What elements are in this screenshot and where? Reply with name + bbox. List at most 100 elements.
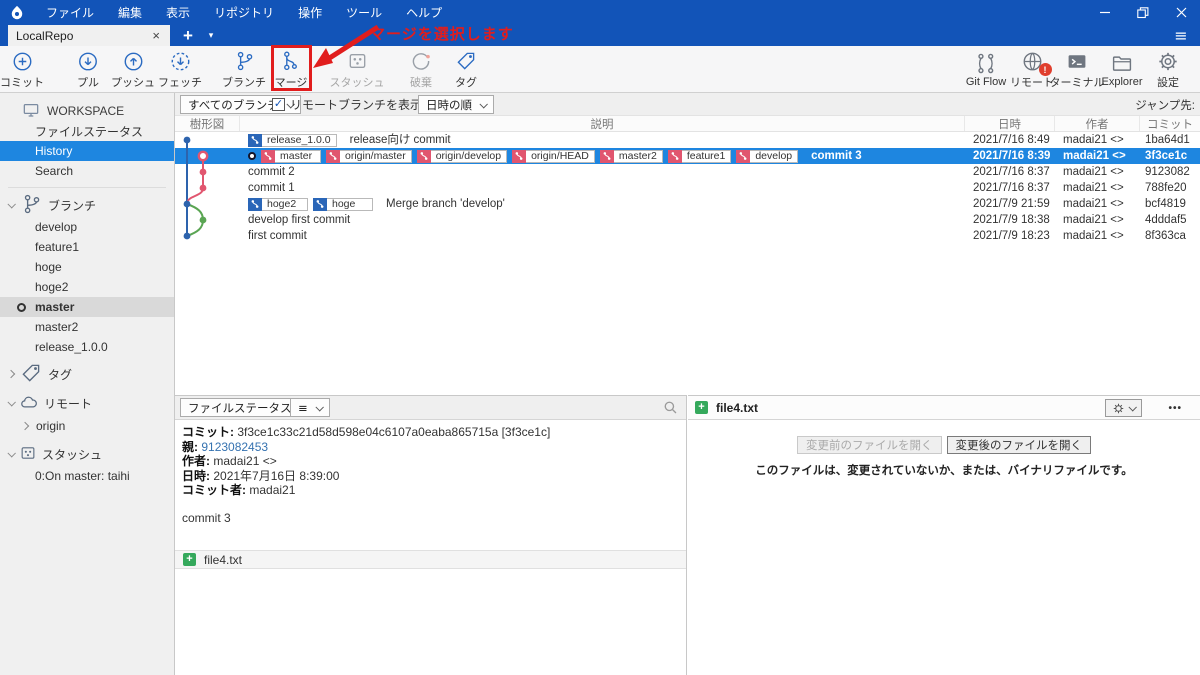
sidebar-item-search[interactable]: Search bbox=[0, 161, 174, 181]
toolbar-button-fetch[interactable]: フェッチ bbox=[153, 47, 207, 92]
column-commit[interactable]: コミット bbox=[1140, 116, 1200, 131]
minimize-button[interactable] bbox=[1086, 0, 1124, 25]
title-bar: ファイル 編集 表示 リポジトリ 操作 ツール ヘルプ bbox=[0, 0, 1200, 25]
branch-badge[interactable]: develop bbox=[736, 149, 799, 163]
toolbar-label: 破棄 bbox=[410, 77, 432, 89]
toolbar-label: プル bbox=[77, 77, 99, 89]
menu-5[interactable]: 操作 bbox=[288, 1, 332, 24]
menu-4[interactable]: リポジトリ bbox=[204, 1, 284, 24]
sidebar-item-label: release_1.0.0 bbox=[35, 340, 108, 354]
close-button[interactable] bbox=[1162, 0, 1200, 25]
chevron-down-icon[interactable] bbox=[7, 200, 16, 209]
tab-close-icon[interactable]: × bbox=[150, 28, 162, 43]
toolbar-button-pull[interactable]: プル bbox=[72, 47, 105, 92]
restore-button[interactable] bbox=[1124, 0, 1162, 25]
toolbar-button-branch[interactable]: ブランチ bbox=[217, 47, 271, 92]
info-value[interactable]: 9123082453 bbox=[201, 440, 268, 454]
sidebar-item--[interactable]: ファイルステータス bbox=[0, 121, 174, 141]
branch-badge[interactable]: origin/master bbox=[326, 149, 412, 163]
branch-badge-label: hoge bbox=[327, 197, 373, 211]
sidebar-item-develop[interactable]: develop bbox=[0, 217, 174, 237]
sidebar-item--[interactable]: スタッシュ bbox=[0, 442, 174, 466]
new-tab-button[interactable]: + bbox=[176, 25, 200, 46]
toolbar-button-stash: スタッシュ bbox=[325, 47, 390, 92]
file-status-sort-label: ファイルステータス順 bbox=[188, 402, 303, 415]
column-date[interactable]: 日時 bbox=[965, 116, 1055, 131]
history-row[interactable]: master origin/master origin/develop origin/… bbox=[175, 148, 1200, 164]
history-row[interactable]: commit 1 2021/7/16 8:37 madai21 <> 788fe20 bbox=[175, 180, 1200, 196]
sidebar-item-history[interactable]: History bbox=[0, 141, 174, 161]
menu-6[interactable]: ツール bbox=[336, 1, 392, 24]
gitflow-icon bbox=[974, 51, 998, 75]
repo-tab[interactable]: LocalRepo × bbox=[8, 25, 170, 46]
remote-branch-checkbox-wrap[interactable]: ✓ リモートブランチを表示 bbox=[272, 96, 422, 113]
sidebar-item-label: 0:On master: taihi bbox=[35, 469, 130, 483]
sidebar-item-hoge2[interactable]: hoge2 bbox=[0, 277, 174, 297]
chevron-right-icon[interactable] bbox=[20, 421, 30, 431]
cloud-icon bbox=[20, 395, 38, 412]
sidebar-item-0-on-master-taihi[interactable]: 0:On master: taihi bbox=[0, 466, 174, 486]
column-description[interactable]: 説明 bbox=[240, 116, 965, 131]
history-row[interactable]: commit 2 2021/7/16 8:37 madai21 <> 9123082 bbox=[175, 164, 1200, 180]
open-after-file-button[interactable]: 変更後のファイルを開く bbox=[946, 436, 1091, 454]
remote-branch-checkbox-label: リモートブランチを表示 bbox=[290, 98, 423, 112]
sidebar-item-release-1-0-0[interactable]: release_1.0.0 bbox=[0, 337, 174, 357]
sidebar-item--[interactable]: タグ bbox=[0, 362, 174, 386]
toolbar-button-commit[interactable]: コミット bbox=[0, 47, 49, 92]
chevron-down-icon[interactable] bbox=[7, 398, 16, 407]
menu-2[interactable]: 編集 bbox=[108, 1, 152, 24]
branch-badge[interactable]: master2 bbox=[599, 149, 663, 163]
toolbar-label: プッシュ bbox=[111, 77, 155, 89]
sidebar-item-feature1[interactable]: feature1 bbox=[0, 237, 174, 257]
sidebar-item-origin[interactable]: origin bbox=[0, 415, 174, 437]
info-label: コミット: bbox=[182, 425, 238, 439]
branch-badge[interactable]: release_1.0.0 bbox=[248, 133, 337, 147]
branch-badge[interactable]: master bbox=[261, 149, 321, 163]
column-graph[interactable]: 樹形図 bbox=[175, 116, 240, 131]
commit-author: madai21 <> bbox=[1063, 150, 1126, 162]
sidebar-item-label: Search bbox=[35, 164, 74, 178]
chevron-down-icon[interactable] bbox=[7, 449, 16, 458]
remote-branch-checkbox[interactable]: ✓ bbox=[272, 98, 285, 111]
menu-7[interactable]: ヘルプ bbox=[396, 1, 452, 24]
branch-badge[interactable]: hoge2 bbox=[248, 197, 308, 211]
sidebar-item-label: hoge bbox=[35, 260, 62, 274]
sidebar-item--[interactable]: ブランチ bbox=[0, 193, 174, 217]
toolbar-button-gitflow[interactable]: Git Flow bbox=[961, 47, 1011, 92]
branch-badge[interactable]: origin/HEAD bbox=[512, 149, 595, 163]
toolbar-button-push[interactable]: プッシュ bbox=[106, 47, 160, 92]
history-row[interactable]: release_1.0.0 release向け commit 2021/7/16 8… bbox=[175, 132, 1200, 148]
toolbar-button-explorer[interactable]: Explorer bbox=[1097, 47, 1148, 92]
row-description: hoge2 hoge Merge branch 'develop' bbox=[240, 196, 965, 212]
tab-dropdown-icon[interactable]: ▾ bbox=[202, 25, 220, 46]
sidebar-item-workspace[interactable]: WORKSPACE bbox=[0, 101, 174, 121]
search-icon[interactable] bbox=[663, 400, 678, 418]
sidebar-item-master2[interactable]: master2 bbox=[0, 317, 174, 337]
commit-graph bbox=[183, 136, 209, 240]
sidebar-item-master[interactable]: master bbox=[0, 297, 174, 317]
history-row[interactable]: hoge2 hoge Merge branch 'develop' 2021/7/9 … bbox=[175, 196, 1200, 212]
hamburger-menu-icon[interactable]: ≡ bbox=[1168, 25, 1194, 46]
changed-file-row[interactable]: + file4.txt bbox=[175, 550, 686, 569]
branch-badge[interactable]: hoge bbox=[313, 197, 373, 211]
branch-badge-label: feature1 bbox=[681, 149, 732, 163]
menu-1[interactable]: ファイル bbox=[36, 1, 104, 24]
sidebar-item--[interactable]: リモート bbox=[0, 391, 174, 415]
column-author[interactable]: 作者 bbox=[1055, 116, 1140, 131]
chevron-right-icon[interactable] bbox=[6, 369, 16, 379]
sidebar-item-hoge[interactable]: hoge bbox=[0, 257, 174, 277]
history-row[interactable]: first commit 2021/7/9 18:23 madai21 <> 8f36… bbox=[175, 228, 1200, 244]
sort-order-dropdown[interactable]: 日時の順 bbox=[418, 95, 494, 114]
view-options-dropdown[interactable]: ≡ bbox=[290, 398, 330, 417]
menu-3[interactable]: 表示 bbox=[156, 1, 200, 24]
diff-panel: + file4.txt ••• 変更前のファイルを開く 変更後のファイルを開く … bbox=[688, 395, 1200, 675]
more-options-button[interactable]: ••• bbox=[1168, 399, 1182, 417]
toolbar-button-settings-gear[interactable]: 設定 bbox=[1152, 47, 1185, 92]
diff-options-button[interactable] bbox=[1105, 399, 1142, 417]
history-rows: release_1.0.0 release向け commit 2021/7/16 8… bbox=[175, 132, 1200, 244]
history-row[interactable]: develop first commit 2021/7/9 18:38 madai2… bbox=[175, 212, 1200, 228]
branch-badge[interactable]: origin/develop bbox=[416, 149, 508, 163]
branch-badge[interactable]: feature1 bbox=[667, 149, 732, 163]
toolbar-button-tag[interactable]: タグ bbox=[450, 47, 482, 92]
commit-date: 2021/7/9 18:38 bbox=[973, 214, 1050, 226]
